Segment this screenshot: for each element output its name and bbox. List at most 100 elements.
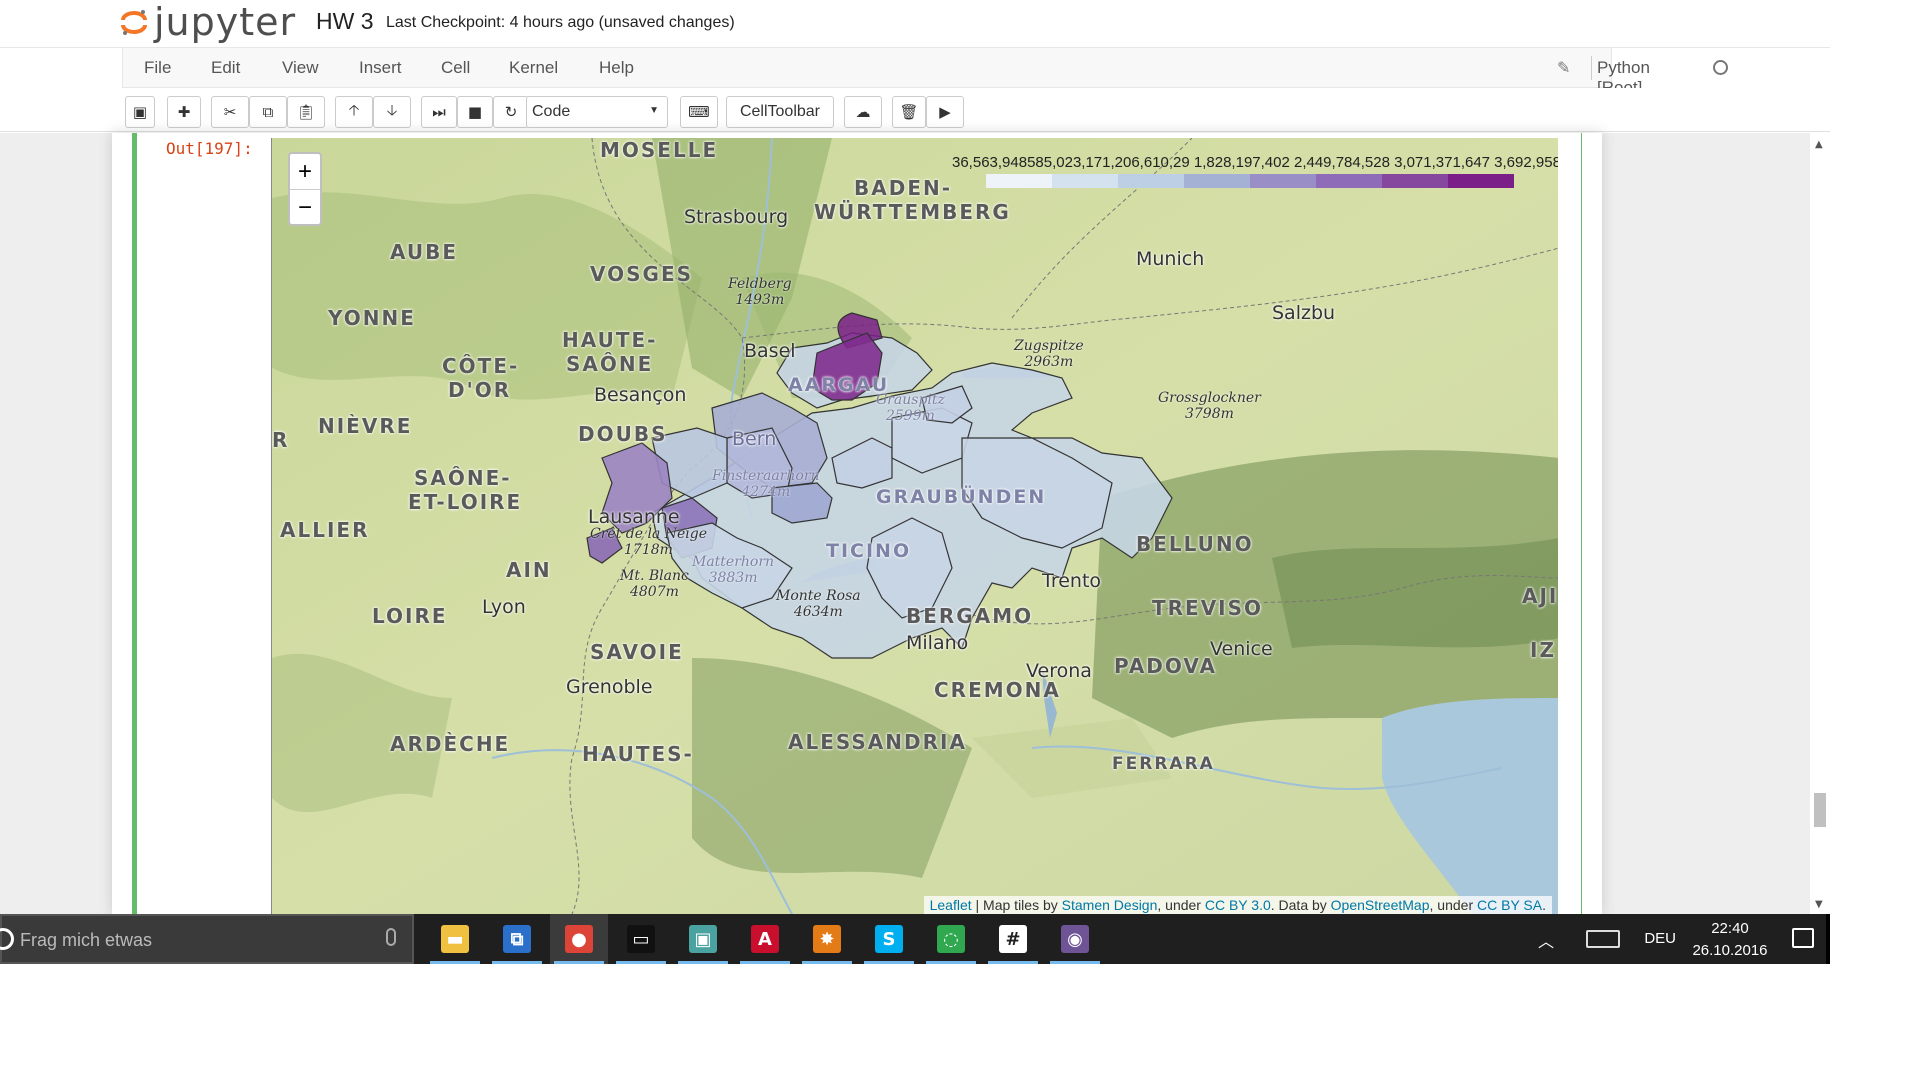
- map-label-bergamo: BERGAMO: [906, 604, 1034, 628]
- city-munich: Munich: [1136, 248, 1205, 270]
- legend-swatch: [1382, 174, 1448, 188]
- jupyter-logo[interactable]: jupyter: [120, 2, 296, 42]
- paste-button[interactable]: 📋︎: [287, 96, 325, 128]
- move-down-button[interactable]: 🡣: [373, 96, 411, 128]
- running-indicator: [802, 961, 852, 964]
- taskbar-app-skype[interactable]: S: [860, 914, 918, 964]
- paste-icon: 📋︎: [296, 103, 316, 121]
- taskbar-app-github[interactable]: ◉: [1046, 914, 1104, 964]
- menu-file[interactable]: File: [144, 58, 171, 78]
- jupyter-orb-icon: [120, 8, 148, 36]
- edit-pencil-icon[interactable]: ✎: [1557, 58, 1570, 78]
- city-salzburg: Salzbu: [1272, 302, 1336, 324]
- move-up-button[interactable]: 🡡: [335, 96, 373, 128]
- stamen-link[interactable]: Stamen Design: [1062, 897, 1158, 913]
- cloud-upload-icon: ☁: [855, 103, 871, 121]
- notebook-header: jupyter HW 3 Last Checkpoint: 4 hours ag…: [0, 0, 1830, 48]
- zoom-in-button[interactable]: +: [290, 154, 320, 190]
- microphone-icon[interactable]: [386, 928, 396, 946]
- peak-name: Finsteraarhorn: [712, 468, 820, 484]
- show-hidden-icons-icon[interactable]: ︿: [1538, 928, 1554, 952]
- leaflet-map[interactable]: MOSELLE BADEN- WÜRTTEMBERG AUBE VOSGES Y…: [271, 138, 1558, 914]
- map-label-belluno: BELLUNO: [1136, 532, 1254, 556]
- save-button[interactable]: ▣: [125, 96, 155, 128]
- legend-swatch: [1184, 174, 1250, 188]
- command-palette-button[interactable]: ⌨: [680, 96, 718, 128]
- cortana-search-box[interactable]: Frag mich etwas: [0, 914, 414, 964]
- peak-name: Grossglockner: [1158, 390, 1261, 406]
- taskbar-app-acrobat[interactable]: A: [736, 914, 794, 964]
- action-center-icon[interactable]: [1792, 928, 1814, 948]
- city-strasbourg: Strasbourg: [684, 206, 789, 228]
- show-desktop-button[interactable]: [1826, 914, 1830, 964]
- scroll-down-arrow-icon[interactable]: ▼: [1815, 899, 1823, 910]
- copy-button[interactable]: ⧉: [249, 96, 287, 128]
- zoom-out-button[interactable]: −: [290, 190, 320, 224]
- peak-zugspitze: Zugspitze 2963m: [1014, 338, 1084, 370]
- slack-icon: #: [999, 925, 1027, 953]
- notebook-name[interactable]: HW 3: [316, 8, 374, 35]
- menu-kernel[interactable]: Kernel: [509, 58, 558, 78]
- interrupt-button[interactable]: ■: [457, 96, 493, 128]
- input-language[interactable]: DEU: [1644, 930, 1676, 947]
- map-label-edge-aji: AJI: [1522, 584, 1558, 608]
- window-app-icon: ▣: [689, 925, 717, 953]
- taskbar-app-network[interactable]: ⧉: [488, 914, 546, 964]
- cc-by-sa-link[interactable]: CC BY SA: [1477, 897, 1542, 913]
- cut-button[interactable]: ✂: [211, 96, 249, 128]
- page-scrollbar[interactable]: ▲ ▼: [1810, 133, 1830, 914]
- loading-app-icon: ◌: [937, 925, 965, 953]
- insert-cell-button[interactable]: ✚: [167, 96, 201, 128]
- scroll-up-arrow-icon[interactable]: ▲: [1815, 139, 1823, 150]
- map-label-moselle: MOSELLE: [600, 138, 719, 162]
- step-forward-icon: ⏭: [432, 103, 446, 121]
- scrollbar-thumb[interactable]: [1814, 793, 1826, 827]
- legend-tick-labels: 36,563,948585,023,171,206,610,29 1,828,1…: [952, 154, 1558, 171]
- running-indicator: [740, 961, 790, 964]
- peak-name: Monte Rosa: [776, 588, 861, 604]
- burst-app-icon: ✸: [813, 925, 841, 953]
- map-label-saone: SAÔNE: [566, 352, 654, 376]
- map-label-edge-r: R: [272, 428, 290, 452]
- menu-view[interactable]: View: [282, 58, 319, 78]
- menubar: File Edit View Insert Cell Kernel Help ✎…: [122, 48, 1728, 97]
- taskbar-app-burst-app[interactable]: ✸: [798, 914, 856, 964]
- keyboard-icon[interactable]: [1586, 930, 1620, 948]
- taskbar-app-chrome[interactable]: ●: [550, 914, 608, 964]
- peak-elevation: 3798m: [1184, 406, 1234, 422]
- taskbar-app-loading-app[interactable]: ◌: [922, 914, 980, 964]
- taskbar-app-file-explorer[interactable]: ▬: [426, 914, 484, 964]
- cc-by-link[interactable]: CC BY 3.0: [1205, 897, 1271, 913]
- present-button[interactable]: ▶: [926, 96, 964, 128]
- menu-edit[interactable]: Edit: [211, 58, 240, 78]
- chrome-icon: ●: [565, 925, 593, 953]
- map-label-ticino: TICINO: [826, 540, 912, 562]
- map-label-wurttemberg: WÜRTTEMBERG: [814, 200, 1011, 224]
- menu-insert[interactable]: Insert: [359, 58, 402, 78]
- cell-type-select[interactable]: Code ▼: [526, 96, 668, 128]
- map-attribution: Leaflet | Map tiles by Stamen Design, un…: [923, 896, 1552, 914]
- peak-elevation: 1493m: [735, 292, 785, 308]
- file-explorer-icon: ▬: [441, 925, 469, 953]
- upload-button[interactable]: ☁: [844, 96, 882, 128]
- run-cell-button[interactable]: ⏭: [421, 96, 457, 128]
- keyboard-icon: ⌨: [688, 103, 710, 121]
- taskbar-app-window-app[interactable]: ▣: [674, 914, 732, 964]
- zoom-control: + −: [288, 152, 322, 226]
- legend-swatch: [1118, 174, 1184, 188]
- kernel-separator: [1591, 56, 1592, 80]
- peak-name: Matterhorn: [692, 554, 775, 570]
- taskbar-app-terminal[interactable]: ▭: [612, 914, 670, 964]
- map-label-ardeche: ARDÈCHE: [390, 732, 511, 756]
- leaflet-link[interactable]: Leaflet: [930, 897, 972, 913]
- menu-cell[interactable]: Cell: [441, 58, 470, 78]
- delete-button[interactable]: 🗑︎: [892, 96, 926, 128]
- osm-link[interactable]: OpenStreetMap: [1331, 897, 1430, 913]
- taskbar-app-slack[interactable]: #: [984, 914, 1042, 964]
- celltoolbar-button[interactable]: CellToolbar: [726, 96, 834, 128]
- peak-cret-de-la-neige: Crêt de la Neige 1718m: [590, 526, 707, 558]
- clock[interactable]: 22:40 26.10.2016: [1690, 918, 1770, 962]
- city-verona: Verona: [1026, 660, 1092, 682]
- restart-button[interactable]: ↻: [493, 96, 529, 128]
- menu-help[interactable]: Help: [599, 58, 634, 78]
